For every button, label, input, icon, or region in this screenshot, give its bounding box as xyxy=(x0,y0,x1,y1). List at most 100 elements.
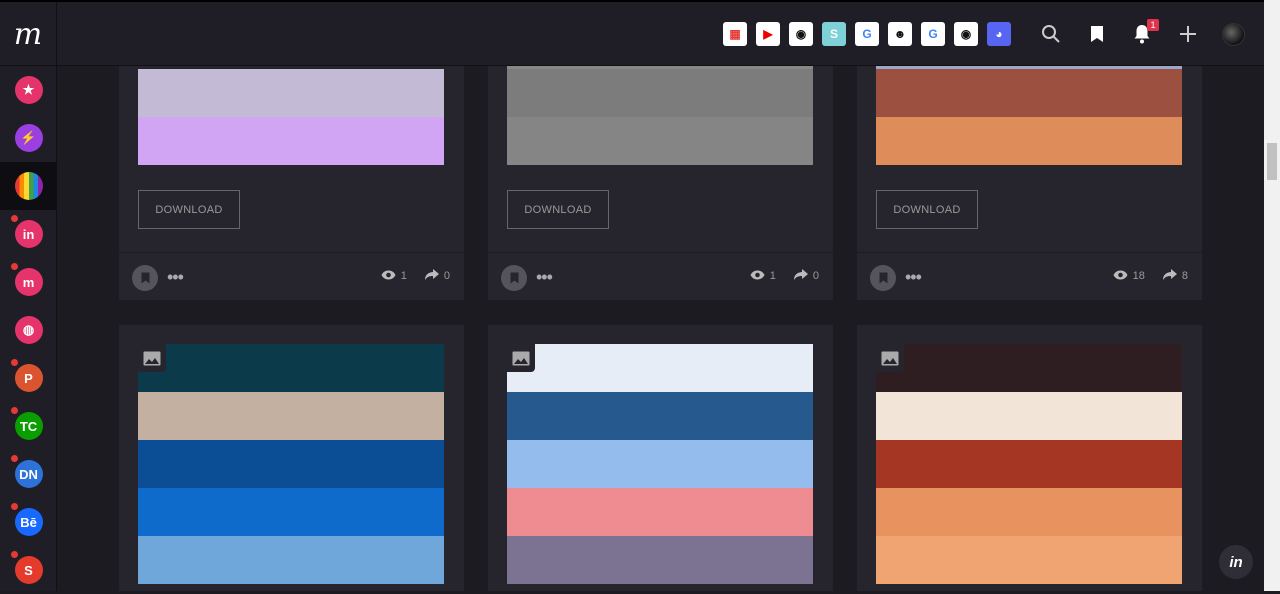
color-swatch xyxy=(876,536,1182,584)
sidebar-item-colors[interactable] xyxy=(0,162,57,210)
palette-card[interactable] xyxy=(488,325,833,591)
scrollbar-thumb[interactable] xyxy=(1267,143,1277,180)
download-button[interactable]: DOWNLOAD xyxy=(876,190,978,229)
more-options-icon[interactable]: ••• xyxy=(536,267,553,288)
google-icon[interactable]: G xyxy=(855,22,879,46)
card-footer: ••• 1 0 xyxy=(488,252,833,300)
plus-icon[interactable] xyxy=(1176,22,1200,46)
views-icon xyxy=(381,270,396,283)
download-button[interactable]: DOWNLOAD xyxy=(507,190,609,229)
top-bar: m ▦ ▶ ◉ S G ☻ G ◉ ◕ 1 xyxy=(0,0,1264,66)
sidebar-item-invision[interactable]: in xyxy=(0,210,57,258)
youtube-icon[interactable]: ▶ xyxy=(756,22,780,46)
image-icon[interactable] xyxy=(507,344,535,372)
share-icon[interactable] xyxy=(424,269,439,283)
card-footer: ••• 18 8 xyxy=(857,252,1202,300)
new-indicator-dot xyxy=(11,551,18,558)
color-swatch xyxy=(876,117,1182,165)
image-icon[interactable] xyxy=(138,344,166,372)
sidebar-item-smashing[interactable]: S xyxy=(0,546,57,594)
shares-count: 0 xyxy=(812,270,819,282)
palette-card[interactable]: DOWNLOAD ••• 1 0 xyxy=(119,66,464,300)
invision-fab[interactable]: in xyxy=(1219,545,1253,579)
views-count: 18 xyxy=(1132,270,1145,282)
new-indicator-dot xyxy=(11,263,18,270)
color-swatch xyxy=(138,440,444,488)
dribbble-icon: ◍ xyxy=(14,316,43,344)
scrollbar[interactable] xyxy=(1264,0,1280,591)
sidebar-item-dribbble[interactable]: ◍ xyxy=(0,306,57,354)
new-indicator-dot xyxy=(11,359,18,366)
save-bookmark-icon[interactable] xyxy=(132,265,158,291)
save-bookmark-icon[interactable] xyxy=(870,265,896,291)
image-icon[interactable] xyxy=(876,344,904,372)
sidebar-item-favorites[interactable]: ★ xyxy=(0,66,57,114)
views-count: 1 xyxy=(769,270,776,282)
views-icon xyxy=(1113,270,1128,283)
views-icon xyxy=(750,270,765,283)
color-swatch xyxy=(876,344,1182,392)
card-stats: 10 xyxy=(750,269,819,283)
color-swatch xyxy=(138,69,444,117)
sidebar-item-techcrunch[interactable]: TC xyxy=(0,402,57,450)
palette-card[interactable]: DOWNLOAD ••• 1 0 xyxy=(488,66,833,300)
color-swatch xyxy=(507,488,813,536)
sidebar-item-muzli[interactable]: m xyxy=(0,258,57,306)
face-ext-icon[interactable]: ☻ xyxy=(888,22,912,46)
color-swatch xyxy=(138,117,444,165)
palette-grid: DOWNLOAD ••• 1 0 DOWNLOAD ••• 1 0 DOWNLOAD ••• 18 8 xyxy=(57,66,1264,591)
behance-icon: Bē xyxy=(14,508,43,536)
color-swatch xyxy=(507,117,813,165)
new-indicator-dot xyxy=(11,455,18,462)
github-icon-2[interactable]: ◉ xyxy=(954,22,978,46)
bookmark-icon[interactable] xyxy=(1085,22,1109,46)
shares-count: 8 xyxy=(1181,270,1188,282)
card-footer: ••• 1 0 xyxy=(119,252,464,300)
notification-badge: 1 xyxy=(1147,19,1159,31)
github-icon[interactable]: ◉ xyxy=(789,22,813,46)
palette-card[interactable] xyxy=(857,325,1202,591)
google-icon-2[interactable]: G xyxy=(921,22,945,46)
color-swatch xyxy=(507,344,813,392)
sidebar-item-behance[interactable]: Bē xyxy=(0,498,57,546)
share-icon[interactable] xyxy=(793,269,808,283)
more-options-icon[interactable]: ••• xyxy=(905,267,922,288)
share-icon[interactable] xyxy=(1162,269,1177,283)
discord-icon[interactable]: ◕ xyxy=(987,22,1011,46)
sidebar-item-producthunt[interactable]: P xyxy=(0,354,57,402)
sidebar-item-designernews[interactable]: DN xyxy=(0,450,57,498)
sidebar: ★ ⚡ in m ◍ P TC DN Bē S xyxy=(0,66,57,591)
card-stats: 18 8 xyxy=(1113,269,1188,283)
palette-card[interactable] xyxy=(119,325,464,591)
apps-grid-icon[interactable]: ▦ xyxy=(723,22,747,46)
color-swatch xyxy=(138,392,444,440)
colors-icon xyxy=(14,172,43,200)
color-swatch xyxy=(876,392,1182,440)
palette-card[interactable]: DOWNLOAD ••• 18 8 xyxy=(857,66,1202,300)
download-button[interactable]: DOWNLOAD xyxy=(138,190,240,229)
avatar[interactable] xyxy=(1222,23,1245,46)
color-swatch xyxy=(138,488,444,536)
muzli-icon: m xyxy=(14,268,43,296)
color-swatch xyxy=(138,536,444,584)
new-indicator-dot xyxy=(11,215,18,222)
sidebar-item-flash[interactable]: ⚡ xyxy=(0,114,57,162)
favorites-icon: ★ xyxy=(14,76,43,104)
search-icon[interactable] xyxy=(1039,22,1063,46)
save-bookmark-icon[interactable] xyxy=(501,265,527,291)
invision-icon: in xyxy=(14,220,43,248)
s-ext-icon[interactable]: S xyxy=(822,22,846,46)
smashing-icon: S xyxy=(14,556,43,584)
color-swatch xyxy=(507,536,813,584)
shares-count: 0 xyxy=(443,270,450,282)
color-swatch xyxy=(138,344,444,392)
new-indicator-dot xyxy=(11,503,18,510)
color-swatch xyxy=(507,69,813,117)
app-logo[interactable]: m xyxy=(0,2,57,66)
color-swatch xyxy=(876,440,1182,488)
more-options-icon[interactable]: ••• xyxy=(167,267,184,288)
flash-icon: ⚡ xyxy=(14,124,43,152)
extension-row: ▦ ▶ ◉ S G ☻ G ◉ ◕ xyxy=(723,22,1011,46)
designernews-icon: DN xyxy=(14,460,43,488)
color-swatch xyxy=(507,392,813,440)
